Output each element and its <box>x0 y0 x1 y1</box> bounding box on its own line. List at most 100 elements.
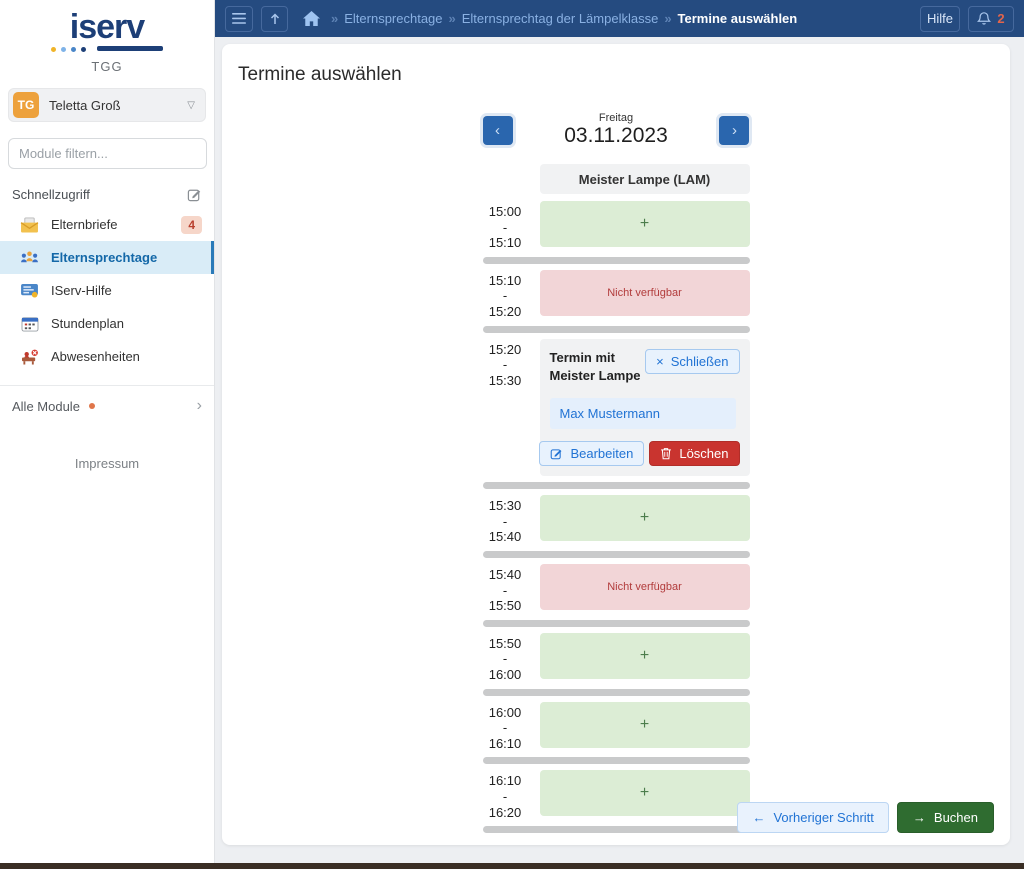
next-day-button[interactable]: › <box>719 115 750 145</box>
home-button[interactable] <box>302 10 321 27</box>
available-slot-button[interactable]: + <box>539 495 750 542</box>
booked-appointment-card: Termin mit Meister Lampe × Schließen Max Mu… <box>539 338 750 477</box>
timeslot-row-1500: 15:00-15:10 + <box>483 201 750 251</box>
unread-count-badge: 4 <box>181 215 202 234</box>
top-navbar: » Elternsprechtage » Elternsprechtag der Lä… <box>215 0 1024 37</box>
breadcrumb-current: Termine auswählen <box>677 11 798 26</box>
module-filter-input[interactable] <box>8 138 207 169</box>
pencil-icon <box>550 447 563 460</box>
breadcrumb-link-elternsprechtag-der-l-mpelklasse[interactable]: Elternsprechtag der Lämpelklasse <box>462 11 659 26</box>
chevron-down-icon: ▽ <box>187 99 195 111</box>
chevron-right-icon: › <box>196 397 202 414</box>
help-label: Hilfe <box>926 11 953 26</box>
breadcrumb-separator: » <box>331 11 339 26</box>
breadcrumb-link-elternsprechtage[interactable]: Elternsprechtage <box>344 11 442 26</box>
booked-appointment-actions: Bearbeiten Löschen <box>539 441 740 467</box>
notification-count-badge: 2 <box>997 11 1005 26</box>
plus-icon: + <box>639 784 650 802</box>
notification-dot-icon <box>88 403 95 409</box>
available-slot-button[interactable]: + <box>539 701 750 748</box>
school-abbreviation: TGG <box>91 59 123 74</box>
sidebar-item-elternsprechtage[interactable]: Elternsprechtage <box>0 241 214 274</box>
available-slot-button[interactable]: + <box>539 632 750 679</box>
avatar: TG <box>13 92 39 118</box>
menu-toggle-button[interactable] <box>225 5 253 32</box>
iserv-logo-text: iserv <box>69 8 145 46</box>
all-modules-button[interactable]: Alle Module › <box>0 386 214 426</box>
timeslot-time-range: 15:40-15:50 <box>488 567 522 614</box>
user-menu[interactable]: TG Teletta Groß ▽ <box>8 88 206 122</box>
previous-day-button[interactable]: ‹ <box>482 115 513 145</box>
edit-label: Bearbeiten <box>570 446 634 462</box>
timeslot-row-1600: 16:00-16:10 + <box>483 701 750 752</box>
row-separator <box>482 551 750 559</box>
plus-icon: + <box>639 646 650 664</box>
row-separator <box>482 256 750 264</box>
current-date: Freitag 03.11.2023 <box>564 112 668 148</box>
scroll-top-button[interactable] <box>261 5 288 32</box>
meeting-icon <box>20 248 39 267</box>
weekday-label: Freitag <box>598 112 634 124</box>
sidebar-item-abwesenheiten[interactable]: Abwesenheiten <box>0 340 214 373</box>
wizard-footer: ← Vorheriger Schritt → Buchen <box>737 802 994 833</box>
breadcrumb: » Elternsprechtage » Elternsprechtag der Lä… <box>325 11 920 26</box>
help-icon <box>20 281 39 300</box>
available-slot-button[interactable]: + <box>539 770 750 817</box>
screen-edge-bar <box>0 863 1024 869</box>
timeslot-row-1610: 16:10-16:20 + <box>483 770 750 820</box>
plus-icon: + <box>639 715 650 733</box>
close-icon: × <box>656 353 664 369</box>
timeslot-time-range: 15:50-16:00 <box>488 635 522 682</box>
sidebar-item-elternbriefe[interactable]: Elternbriefe 4 <box>0 208 214 241</box>
row-separator <box>482 619 750 627</box>
plus-icon: + <box>639 215 650 232</box>
row-separator <box>482 688 750 696</box>
timeslot-row-1550: 15:50-16:00 + <box>483 632 750 683</box>
content-card: Termine auswählen ‹ Freitag 03.11.2023 ›… <box>222 44 1010 845</box>
student-name[interactable]: Max Mustermann <box>549 398 736 430</box>
book-label: Buchen <box>933 810 978 825</box>
book-button[interactable]: → Buchen <box>896 802 994 833</box>
breadcrumb-separator: » <box>448 11 456 26</box>
arrow-left-icon: ← <box>752 810 766 825</box>
edit-button[interactable]: Bearbeiten <box>539 441 645 467</box>
row-separator <box>482 482 750 490</box>
plus-icon: + <box>639 509 650 527</box>
iserv-logo[interactable]: iserv <box>0 0 214 52</box>
sidebar-item-label: Elternsprechtage <box>51 250 158 265</box>
delete-label: Löschen <box>679 446 729 462</box>
available-slot-button[interactable]: + <box>539 201 750 247</box>
unavailable-slot: Nicht verfügbar <box>539 269 750 316</box>
delete-button[interactable]: Löschen <box>649 441 740 467</box>
appointment-title: Termin mit Meister Lampe <box>549 349 641 384</box>
quick-access-label: Schnellzugriff <box>12 187 90 202</box>
all-modules-label: Alle Module <box>12 398 80 414</box>
timeslot-time-range: 15:10-15:20 <box>488 272 522 319</box>
iserv-logo-underline <box>51 46 163 52</box>
previous-step-button[interactable]: ← Vorheriger Schritt <box>737 802 889 833</box>
user-name: Teletta Groß <box>49 97 121 113</box>
close-button[interactable]: × Schließen <box>645 348 740 374</box>
trash-icon <box>660 447 672 460</box>
timeslot-time-range: 16:10-16:20 <box>488 773 522 820</box>
date-navigation: ‹ Freitag 03.11.2023 › <box>482 112 750 148</box>
page-title: Termine auswählen <box>238 64 402 85</box>
impressum-link[interactable]: Impressum <box>0 456 214 471</box>
appointment-scheduler: ‹ Freitag 03.11.2023 › Meister Lampe (LA… <box>482 112 750 834</box>
quick-access-list: Elternbriefe 4 Elternsprechtage IServ-Hilfe… <box>0 208 214 373</box>
timetable-icon <box>20 314 39 333</box>
help-button[interactable]: Hilfe <box>919 5 960 32</box>
close-label: Schließen <box>670 353 729 369</box>
sidebar-item-label: Stundenplan <box>51 316 125 331</box>
sidebar-item-iserv-hilfe[interactable]: IServ-Hilfe <box>0 274 214 307</box>
timeslot-list: 15:00-15:10 + 15:10-15:20 Nicht verfügbar 15… <box>482 201 750 834</box>
previous-step-label: Vorheriger Schritt <box>773 810 874 825</box>
unavailable-label: Nicht verfügbar <box>607 581 682 594</box>
absence-icon <box>20 347 39 366</box>
row-separator <box>482 325 750 333</box>
sidebar-item-label: IServ-Hilfe <box>51 283 112 298</box>
sidebar-item-stundenplan[interactable]: Stundenplan <box>0 307 214 340</box>
notifications-button[interactable]: 2 <box>968 5 1014 32</box>
edit-quick-access-icon[interactable] <box>187 187 202 202</box>
home-icon <box>303 10 320 27</box>
